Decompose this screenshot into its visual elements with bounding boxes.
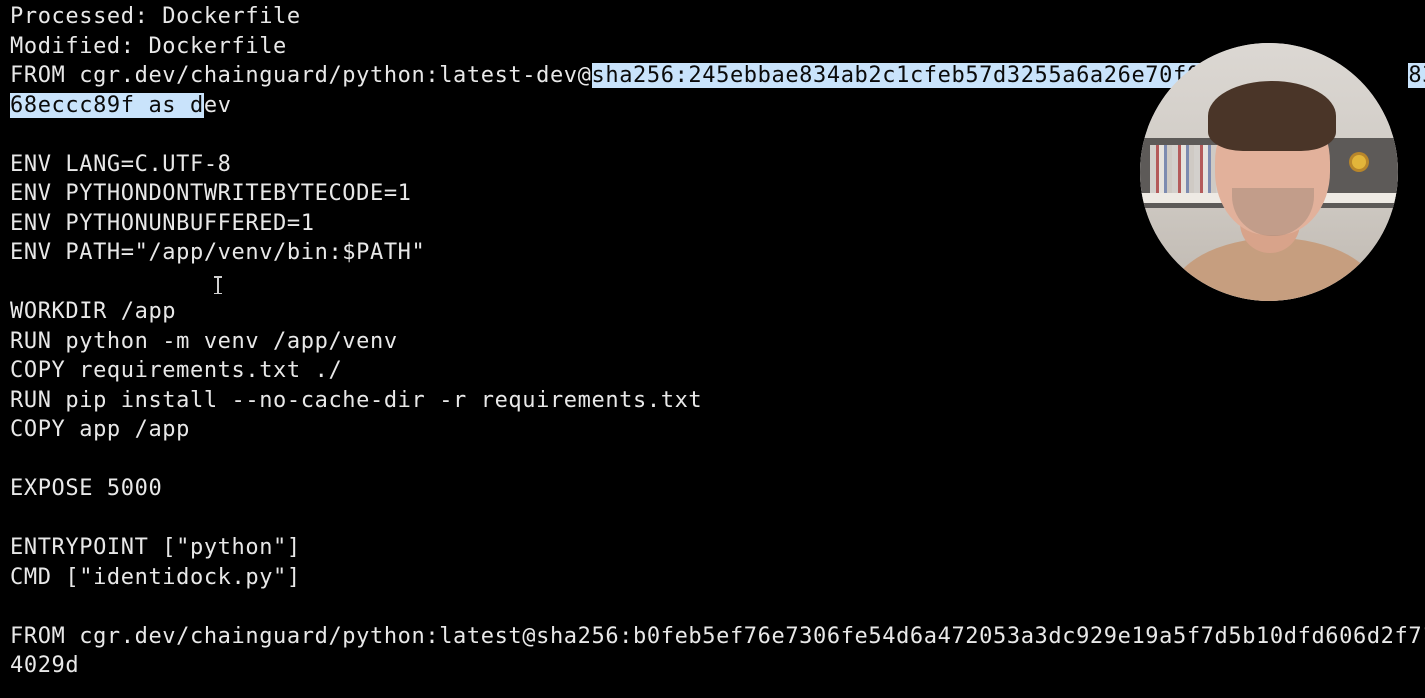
terminal-line: RUN pip install --no-cache-dir -r requir… bbox=[10, 387, 703, 413]
terminal-line: CMD ["identidock.py"] bbox=[10, 564, 301, 590]
terminal-line: Processed: Dockerfile bbox=[10, 4, 301, 29]
terminal-line: COPY app /app bbox=[10, 417, 190, 442]
selected-sha-text-end: 8303a bbox=[1408, 63, 1425, 88]
terminal-line: WORKDIR /app bbox=[10, 299, 177, 324]
terminal-line: COPY requirements.txt ./ bbox=[10, 358, 343, 383]
selected-sha-text: sha256:245ebbae834ab2c1cfeb57d3255a6a26e… bbox=[591, 63, 1201, 88]
terminal-line: 4029d bbox=[10, 653, 80, 678]
terminal-line: RUN python -m venv /app/venv bbox=[10, 328, 398, 354]
terminal-line: EXPOSE 5000 bbox=[10, 476, 163, 501]
terminal-window[interactable]: Processed: Dockerfile Modified: Dockerfil… bbox=[0, 0, 1425, 698]
presenter-webcam-overlay bbox=[1140, 43, 1398, 301]
terminal-line: ENTRYPOINT ["python"] bbox=[10, 535, 301, 560]
text-ibeam-cursor-icon bbox=[213, 276, 222, 294]
terminal-line: FROM cgr.dev/chainguard/python:latest@sh… bbox=[10, 623, 1425, 649]
line-rest: ev bbox=[203, 92, 232, 118]
selected-sha-continued: 68eccc89f as d bbox=[10, 92, 204, 118]
from-dev-prefix: FROM cgr.dev/chainguard/python:latest-de… bbox=[10, 63, 592, 88]
